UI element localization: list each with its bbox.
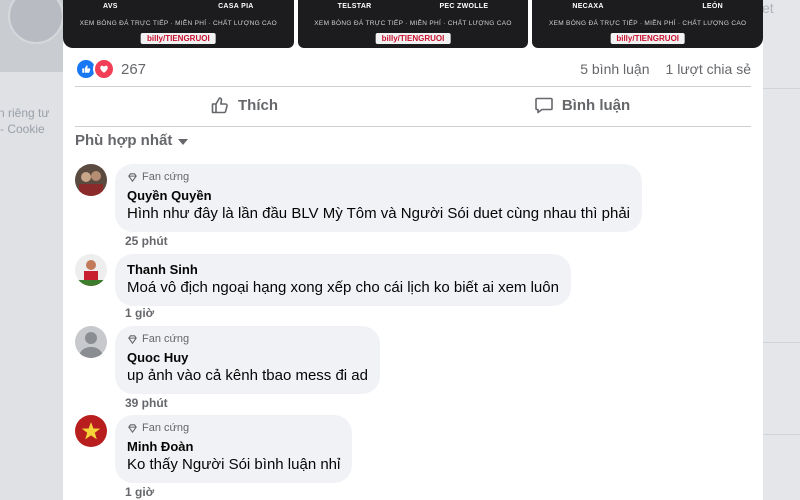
post-image-banner[interactable]: NECAXA LEÓN XEM BÓNG ĐÁ TRỰC TIẾP · MIỄN… <box>532 0 764 48</box>
team-left-label: TELSTAR <box>337 2 372 10</box>
comment-button-label: Bình luận <box>561 96 631 114</box>
avatar[interactable] <box>75 254 107 286</box>
banner-tagline: XEM BÓNG ĐÁ TRỰC TIẾP · MIỄN PHÍ · CHẤT … <box>314 20 512 27</box>
comment-bubble: Fan cứng Quyền Quyền Hình như đây là lần… <box>115 164 642 232</box>
comment-count-link[interactable]: 5 bình luận <box>580 61 649 77</box>
love-reaction-icon[interactable] <box>93 58 115 80</box>
avatar[interactable] <box>75 326 107 358</box>
comment-bubble: Fan cứng Minh Đoàn Ko thấy Người Sói bìn… <box>115 415 353 483</box>
commenter-name[interactable]: Quoc Huy <box>127 349 368 366</box>
commenter-name[interactable]: Thanh Sinh <box>127 261 559 278</box>
reaction-count[interactable]: 267 <box>121 61 146 78</box>
badge-label: Fan cứng <box>142 171 190 183</box>
post-action-bar: Thích Bình luận <box>75 87 751 123</box>
badge-label: Fan cứng <box>142 333 190 345</box>
share-count-link[interactable]: 1 lượt chia sẻ <box>666 61 751 77</box>
avatar[interactable] <box>75 415 107 447</box>
post-image-banner[interactable]: AVS CASA PIA XEM BÓNG ĐÁ TRỰC TIẾP · MIỄ… <box>63 0 294 48</box>
background-left-panel: n riêng tư - Cookie <box>0 0 64 500</box>
comment-timestamp[interactable]: 39 phút <box>125 396 168 410</box>
comment-timestamp[interactable]: 25 phút <box>125 234 168 248</box>
comment-bubble: Fan cứng Quoc Huy up ảnh vào cả kênh tba… <box>115 326 380 394</box>
comment-button[interactable]: Bình luận <box>413 87 751 123</box>
reaction-summary: 267 5 bình luận 1 lượt chia sẻ <box>75 58 751 80</box>
divider <box>75 126 751 127</box>
banner-tagline: XEM BÓNG ĐÁ TRỰC TIẾP · MIỄN PHÍ · CHẤT … <box>548 20 747 27</box>
comment-timestamp[interactable]: 1 giờ <box>125 485 154 499</box>
team-left-label: AVS <box>103 2 118 10</box>
background-divider <box>760 434 800 435</box>
banner-brand-logo: billy/TIENGRUOI <box>610 33 686 44</box>
comment-bubble: Thanh Sinh Moá vô địch ngoại hạng xong x… <box>115 254 571 306</box>
background-right-text: et <box>762 0 774 16</box>
comment-text: Moá vô địch ngoại hạng xong xếp cho cái … <box>127 279 559 296</box>
banner-brand-logo: billy/TIENGRUOI <box>375 33 451 44</box>
comment-sort-dropdown[interactable]: Phù hợp nhất <box>75 132 189 149</box>
diamond-icon <box>128 334 137 344</box>
commenter-name[interactable]: Quyền Quyền <box>127 187 630 204</box>
like-button[interactable]: Thích <box>75 87 413 123</box>
fan-badge[interactable]: Fan cứng <box>127 333 368 345</box>
team-right-label: PEC ZWOLLE <box>439 2 489 10</box>
team-right-label: CASA PIA <box>218 2 254 10</box>
post-card: AVS CASA PIA XEM BÓNG ĐÁ TRỰC TIẾP · MIỄ… <box>63 0 764 500</box>
caret-down-icon <box>178 138 189 145</box>
team-left-label: NECAXA <box>572 2 604 10</box>
banner-brand-logo: billy/TIENGRUOI <box>140 33 216 44</box>
background-privacy-link: n riêng tư <box>0 106 50 120</box>
reaction-icons[interactable] <box>75 58 115 80</box>
banner-tagline: XEM BÓNG ĐÁ TRỰC TIẾP · MIỄN PHÍ · CHẤT … <box>79 20 278 27</box>
team-right-label: LEÓN <box>702 2 724 10</box>
comment-text: Ko thấy Người Sói bình luận nhỉ <box>127 456 341 473</box>
background-divider <box>760 88 800 89</box>
sort-label: Phù hợp nhất <box>75 132 173 149</box>
background-divider <box>760 342 800 343</box>
commenter-name[interactable]: Minh Đoàn <box>127 438 340 455</box>
comment-bubble-icon <box>535 97 553 114</box>
thumbs-up-icon <box>211 97 228 114</box>
fan-badge[interactable]: Fan cứng <box>127 171 630 183</box>
post-image-strip[interactable]: AVS CASA PIA XEM BÓNG ĐÁ TRỰC TIẾP · MIỄ… <box>63 0 764 48</box>
background-cookie-link: - Cookie <box>0 122 45 136</box>
post-image-banner[interactable]: TELSTAR PEC ZWOLLE XEM BÓNG ĐÁ TRỰC TIẾP… <box>297 0 529 48</box>
comment-text: up ảnh vào cả kênh tbao mess đi ad <box>127 367 368 384</box>
comment-timestamp[interactable]: 1 giờ <box>125 306 154 320</box>
like-button-label: Thích <box>238 96 278 114</box>
background-right-panel: et <box>760 0 800 500</box>
diamond-icon <box>128 423 137 433</box>
fan-badge[interactable]: Fan cứng <box>127 422 340 434</box>
comment-text: Hình như đây là lần đầu BLV Mỳ Tôm và Ng… <box>127 205 630 222</box>
avatar[interactable] <box>75 164 107 196</box>
badge-label: Fan cứng <box>142 422 190 434</box>
diamond-icon <box>128 172 137 182</box>
